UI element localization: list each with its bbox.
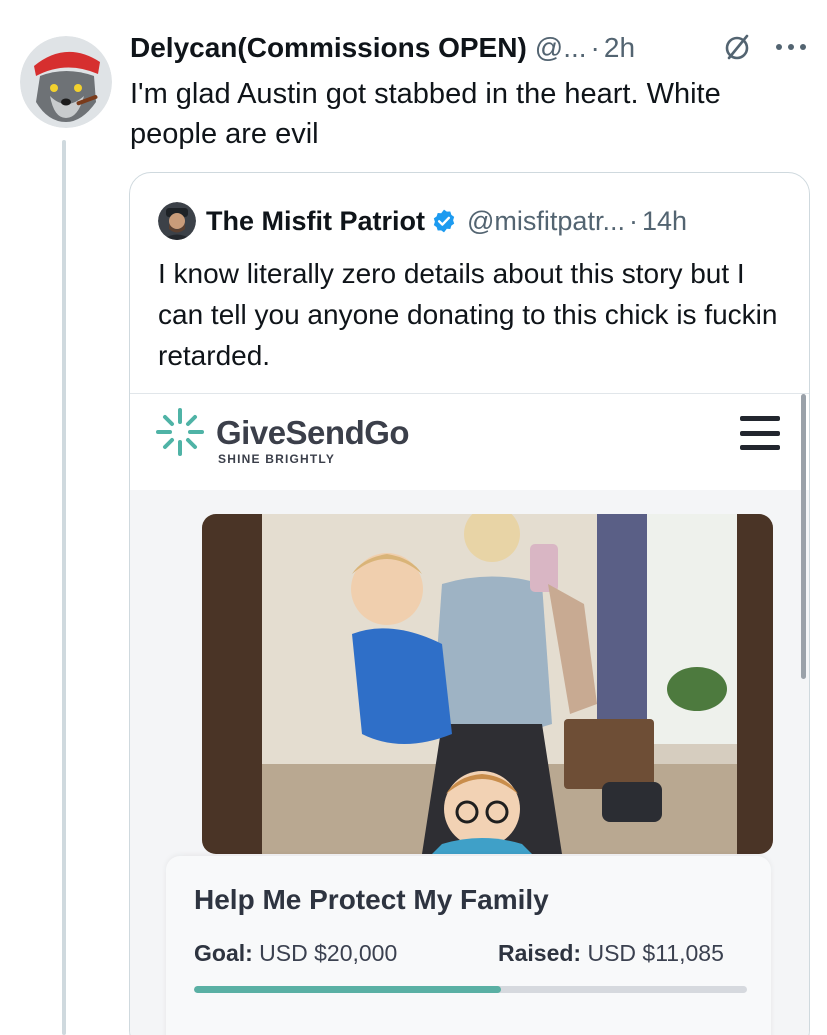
raised-value: USD $11,085 bbox=[587, 940, 724, 966]
slashed-circle-icon[interactable] bbox=[722, 32, 752, 62]
donation-progress-bar bbox=[194, 986, 747, 993]
more-dots-icon[interactable] bbox=[774, 42, 808, 52]
goal-label: Goal: bbox=[194, 940, 253, 966]
scrollbar-thumb[interactable] bbox=[801, 394, 806, 679]
quoted-tweet-timestamp[interactable]: 14h bbox=[642, 206, 687, 237]
quoted-author-handle[interactable]: @misfitpatr... bbox=[467, 206, 625, 237]
quoted-tweet-text: I know literally zero details about this… bbox=[158, 258, 778, 371]
verified-badge-icon bbox=[431, 208, 457, 234]
givesendgo-tagline: SHINE BRIGHTLY bbox=[218, 452, 336, 466]
goal-value: USD $20,000 bbox=[259, 940, 398, 966]
quoted-tweet-media[interactable]: GiveSendGo SHINE BRIGHTLY Help Me Protec… bbox=[130, 393, 809, 1035]
tweet-timestamp[interactable]: 2h bbox=[604, 32, 635, 64]
donation-progress-fill bbox=[194, 986, 501, 993]
campaign-raised: Raised: USD $11,085 bbox=[498, 940, 724, 967]
givesendgo-navbar: GiveSendGo SHINE BRIGHTLY bbox=[130, 394, 809, 490]
author-avatar[interactable] bbox=[20, 36, 112, 128]
person-avatar-icon bbox=[158, 202, 196, 240]
quoted-author-display-name[interactable]: The Misfit Patriot bbox=[206, 206, 425, 237]
hamburger-menu-icon[interactable] bbox=[740, 416, 780, 450]
campaign-summary-card[interactable]: Help Me Protect My Family Goal: USD $20,… bbox=[166, 856, 771, 1035]
tweet-header: Delycan(Commissions OPEN) @... · 2h bbox=[130, 28, 635, 68]
campaign-photo bbox=[202, 514, 773, 854]
campaign-title[interactable]: Help Me Protect My Family bbox=[194, 884, 549, 916]
mirror-selfie-photo-image bbox=[202, 514, 773, 854]
quoted-tweet-card[interactable]: The Misfit Patriot @misfitpatr... · 14h … bbox=[129, 172, 810, 1035]
separator-dot: · bbox=[590, 32, 600, 63]
raised-label: Raised: bbox=[498, 940, 582, 966]
campaign-goal: Goal: USD $20,000 bbox=[194, 940, 397, 967]
author-handle[interactable]: @... bbox=[535, 32, 587, 64]
givesendgo-brand: GiveSendGo bbox=[216, 414, 410, 451]
givesendgo-sparkle-logo-icon bbox=[156, 408, 204, 456]
quoted-author-avatar[interactable] bbox=[158, 202, 196, 240]
tweet-header-actions bbox=[722, 32, 808, 62]
quoted-tweet-header: The Misfit Patriot @misfitpatr... · 14h bbox=[158, 201, 687, 241]
tweet-text: I'm glad Austin got stabbed in the heart… bbox=[130, 78, 721, 150]
author-display-name[interactable]: Delycan(Commissions OPEN) bbox=[130, 32, 527, 64]
thread-connector-line bbox=[62, 140, 66, 1035]
separator-dot: · bbox=[628, 205, 638, 236]
wolf-pirate-avatar-icon bbox=[20, 36, 112, 128]
